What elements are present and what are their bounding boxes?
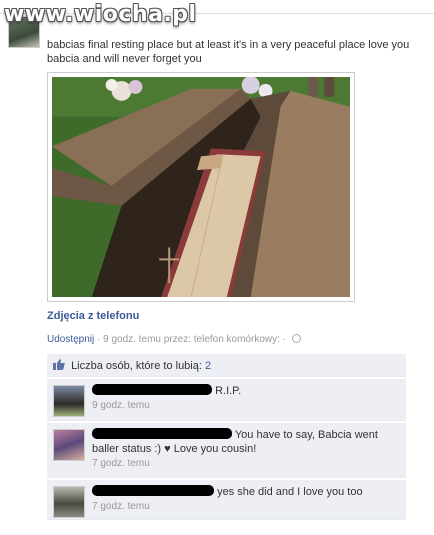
comment-item: You have to say, Babcia went baller stat…	[47, 423, 406, 478]
album-link[interactable]: Zdjęcia z telefonu	[47, 310, 139, 322]
comment-item: yes she did and I love you too 7 godz. t…	[47, 480, 406, 520]
comment-text: yes she did and I love you too	[217, 486, 363, 498]
commenter-avatar[interactable]	[53, 385, 85, 417]
comment-text: You have to say, Babcia went	[234, 429, 378, 441]
likes-label: Liczba osób, które to lubią:	[71, 360, 202, 372]
comment-time: 7 godz. temu	[92, 458, 150, 469]
comment-text: R.I.P.	[215, 385, 242, 397]
comment-text-cont: baller status :) ♥ Love you cousin!	[92, 443, 257, 455]
comment-item: R.I.P. 9 godz. temu	[47, 379, 406, 421]
likes-count[interactable]: 2	[205, 360, 211, 372]
redacted-name	[92, 384, 212, 395]
post-timestamp: · 9 godz. temu przez: telefon komórkowy:…	[97, 334, 287, 345]
commenter-avatar[interactable]	[53, 429, 85, 461]
commenter-avatar[interactable]	[53, 486, 85, 518]
post-text: babcias final resting place but at least…	[47, 39, 410, 65]
watermark-logo: www.wiocha.pl	[4, 2, 197, 27]
globe-icon	[291, 334, 301, 343]
thumbs-up-icon	[53, 359, 65, 370]
post-photo[interactable]	[47, 72, 355, 302]
share-link[interactable]: Udostępnij	[47, 334, 94, 345]
likes-bar: Liczba osób, które to lubią: 2	[47, 354, 406, 377]
comment-time: 7 godz. temu	[92, 501, 150, 512]
redacted-name	[92, 428, 232, 439]
post-meta: Udostępnij · 9 godz. temu przez: telefon…	[47, 334, 301, 345]
comment-time: 9 godz. temu	[92, 400, 150, 411]
redacted-name	[92, 485, 214, 496]
grave-photo-image	[52, 77, 350, 297]
